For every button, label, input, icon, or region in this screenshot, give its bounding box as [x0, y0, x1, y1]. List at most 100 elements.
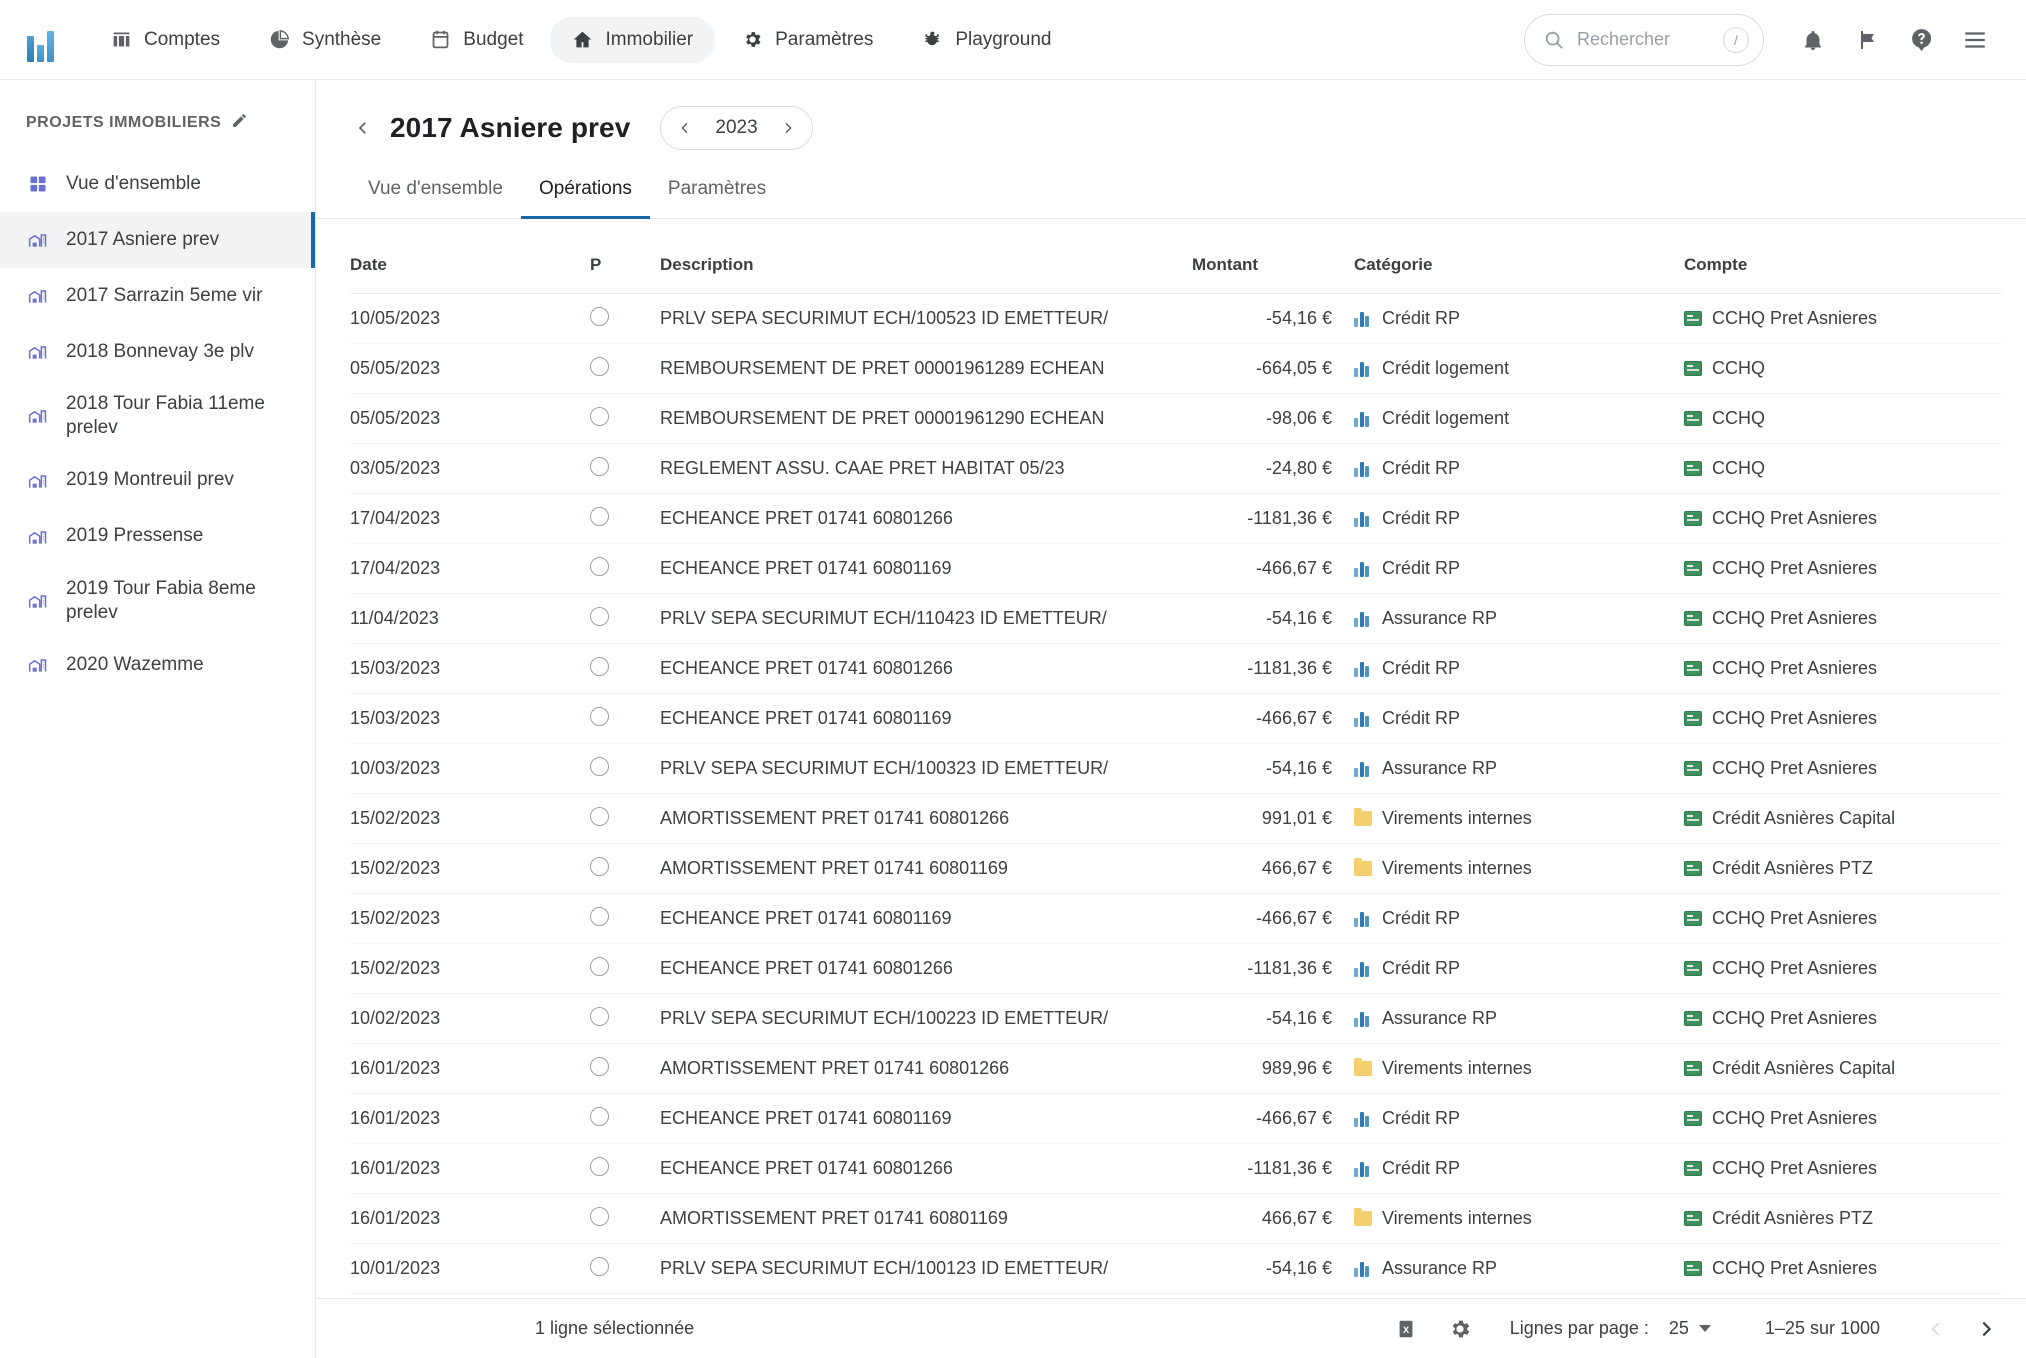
notifications-icon[interactable]: [1786, 13, 1840, 67]
app-logo[interactable]: [18, 18, 62, 62]
sidebar-item-2019-tour-fabia-8eme-prelev[interactable]: 2019 Tour Fabia 8eme prelev: [0, 565, 315, 638]
pointed-radio[interactable]: [590, 1057, 609, 1076]
pencil-icon[interactable]: [231, 112, 248, 134]
cell-categorie[interactable]: Crédit logement: [1342, 394, 1672, 444]
table-row[interactable]: 16/01/2023ECHEANCE PRET 01741 60801169-4…: [350, 1094, 2002, 1144]
cell-categorie[interactable]: Crédit RP: [1342, 1144, 1672, 1194]
cell-pointed[interactable]: [590, 1094, 660, 1144]
cell-pointed[interactable]: [590, 744, 660, 794]
export-excel-icon[interactable]: X: [1382, 1305, 1430, 1353]
help-icon[interactable]: [1894, 13, 1948, 67]
sidebar-item-2020-wazemme[interactable]: 2020 Wazemme: [0, 637, 315, 693]
cell-compte[interactable]: CCHQ Pret Asnieres: [1672, 694, 2002, 744]
table-row[interactable]: 16/01/2023AMORTISSEMENT PRET 01741 60801…: [350, 1194, 2002, 1244]
cell-pointed[interactable]: [590, 544, 660, 594]
cell-compte[interactable]: CCHQ Pret Asnieres: [1672, 744, 2002, 794]
cell-categorie[interactable]: Crédit RP: [1342, 544, 1672, 594]
nav-item-playground[interactable]: Playground: [899, 17, 1073, 63]
pointed-radio[interactable]: [590, 307, 609, 326]
table-row[interactable]: 10/02/2023PRLV SEPA SECURIMUT ECH/100223…: [350, 994, 2002, 1044]
table-row[interactable]: 17/04/2023ECHEANCE PRET 01741 60801169-4…: [350, 544, 2002, 594]
pointed-radio[interactable]: [590, 907, 609, 926]
cell-compte[interactable]: CCHQ: [1672, 444, 2002, 494]
cell-pointed[interactable]: [590, 494, 660, 544]
pointed-radio[interactable]: [590, 1257, 609, 1276]
cell-pointed[interactable]: [590, 294, 660, 344]
cell-pointed[interactable]: [590, 944, 660, 994]
cell-pointed[interactable]: [590, 994, 660, 1044]
column-header-montant[interactable]: Montant: [1192, 219, 1342, 294]
cell-pointed[interactable]: [590, 794, 660, 844]
cell-categorie[interactable]: Crédit RP: [1342, 1094, 1672, 1144]
cell-compte[interactable]: CCHQ Pret Asnieres: [1672, 894, 2002, 944]
table-row[interactable]: 05/05/2023REMBOURSEMENT DE PRET 00001961…: [350, 344, 2002, 394]
table-row[interactable]: 15/02/2023AMORTISSEMENT PRET 01741 60801…: [350, 844, 2002, 894]
pointed-radio[interactable]: [590, 657, 609, 676]
search-box[interactable]: Rechercher /: [1524, 14, 1764, 66]
cell-categorie[interactable]: Crédit RP: [1342, 894, 1672, 944]
cell-compte[interactable]: CCHQ Pret Asnieres: [1672, 494, 2002, 544]
cell-compte[interactable]: CCHQ Pret Asnieres: [1672, 944, 2002, 994]
cell-pointed[interactable]: [590, 644, 660, 694]
cell-pointed[interactable]: [590, 1144, 660, 1194]
cell-categorie[interactable]: Virements internes: [1342, 794, 1672, 844]
search-input[interactable]: Rechercher: [1577, 29, 1711, 50]
cell-categorie[interactable]: Virements internes: [1342, 844, 1672, 894]
cell-compte[interactable]: Crédit Asnières Capital: [1672, 794, 2002, 844]
table-row[interactable]: 03/05/2023REGLEMENT ASSU. CAAE PRET HABI…: [350, 444, 2002, 494]
year-prev-icon[interactable]: [677, 120, 693, 136]
sidebar-item-2017-asniere-prev[interactable]: 2017 Asniere prev: [0, 212, 315, 268]
column-header-description[interactable]: Description: [660, 219, 1192, 294]
cell-compte[interactable]: CCHQ: [1672, 344, 2002, 394]
pointed-radio[interactable]: [590, 607, 609, 626]
pointed-radio[interactable]: [590, 707, 609, 726]
table-row[interactable]: 16/01/2023ECHEANCE PRET 01741 60801266-1…: [350, 1144, 2002, 1194]
tab-operations[interactable]: Opérations: [521, 164, 650, 219]
cell-pointed[interactable]: [590, 594, 660, 644]
year-next-icon[interactable]: [780, 120, 796, 136]
table-row[interactable]: 15/03/2023ECHEANCE PRET 01741 60801266-1…: [350, 644, 2002, 694]
cell-compte[interactable]: CCHQ Pret Asnieres: [1672, 1144, 2002, 1194]
nav-item-parametres[interactable]: Paramètres: [719, 17, 895, 63]
cell-pointed[interactable]: [590, 894, 660, 944]
pointed-radio[interactable]: [590, 557, 609, 576]
cell-categorie[interactable]: Virements internes: [1342, 1194, 1672, 1244]
table-row[interactable]: 10/01/2023PRLV SEPA SECURIMUT ECH/100123…: [350, 1244, 2002, 1294]
cell-categorie[interactable]: Crédit RP: [1342, 494, 1672, 544]
table-row[interactable]: 17/04/2023ECHEANCE PRET 01741 60801266-1…: [350, 494, 2002, 544]
table-row[interactable]: 16/01/2023AMORTISSEMENT PRET 01741 60801…: [350, 1044, 2002, 1094]
flag-icon[interactable]: [1840, 13, 1894, 67]
tab-parametres[interactable]: Paramètres: [650, 164, 784, 219]
cell-pointed[interactable]: [590, 394, 660, 444]
cell-pointed[interactable]: [590, 1044, 660, 1094]
cell-categorie[interactable]: Assurance RP: [1342, 744, 1672, 794]
rows-per-page-select[interactable]: 25: [1669, 1318, 1711, 1339]
sidebar-item-2017-sarrazin-5eme-vir[interactable]: 2017 Sarrazin 5eme vir: [0, 268, 315, 324]
cell-pointed[interactable]: [590, 444, 660, 494]
table-row[interactable]: 10/05/2023PRLV SEPA SECURIMUT ECH/100523…: [350, 294, 2002, 344]
sidebar-item-2019-montreuil-prev[interactable]: 2019 Montreuil prev: [0, 453, 315, 509]
cell-compte[interactable]: Crédit Asnières Capital: [1672, 1044, 2002, 1094]
cell-categorie[interactable]: Crédit RP: [1342, 644, 1672, 694]
sidebar-item-2018-bonnevay-3e-plv[interactable]: 2018 Bonnevay 3e plv: [0, 324, 315, 380]
settings-gear-icon[interactable]: [1436, 1305, 1484, 1353]
cell-categorie[interactable]: Virements internes: [1342, 1044, 1672, 1094]
cell-pointed[interactable]: [590, 694, 660, 744]
cell-compte[interactable]: CCHQ: [1672, 394, 2002, 444]
table-row[interactable]: 15/02/2023AMORTISSEMENT PRET 01741 60801…: [350, 794, 2002, 844]
cell-categorie[interactable]: Crédit RP: [1342, 294, 1672, 344]
cell-compte[interactable]: CCHQ Pret Asnieres: [1672, 644, 2002, 694]
cell-categorie[interactable]: Assurance RP: [1342, 594, 1672, 644]
menu-icon[interactable]: [1948, 13, 2002, 67]
table-row[interactable]: 11/04/2023PRLV SEPA SECURIMUT ECH/110423…: [350, 594, 2002, 644]
sidebar-item-2019-pressense[interactable]: 2019 Pressense: [0, 509, 315, 565]
next-page-button[interactable]: [1964, 1307, 2008, 1351]
cell-compte[interactable]: Crédit Asnières PTZ: [1672, 1194, 2002, 1244]
cell-compte[interactable]: CCHQ Pret Asnieres: [1672, 1244, 2002, 1294]
column-header-p[interactable]: P: [590, 219, 660, 294]
sidebar-item-vue-densemble[interactable]: Vue d'ensemble: [0, 156, 315, 212]
cell-compte[interactable]: CCHQ Pret Asnieres: [1672, 1094, 2002, 1144]
table-row[interactable]: 15/02/2023ECHEANCE PRET 01741 60801266-1…: [350, 944, 2002, 994]
column-header-categorie[interactable]: Catégorie: [1342, 219, 1672, 294]
cell-categorie[interactable]: Crédit RP: [1342, 444, 1672, 494]
